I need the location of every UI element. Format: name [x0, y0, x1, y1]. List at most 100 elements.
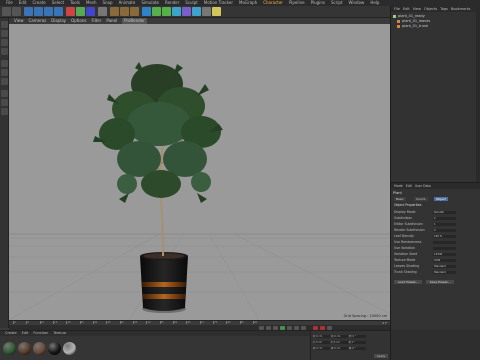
deformer-icon[interactable] — [182, 7, 191, 16]
object-row[interactable]: plant_01_trunk — [393, 24, 480, 29]
live-selection-icon[interactable] — [24, 7, 33, 16]
snap-icon[interactable] — [1, 99, 8, 106]
y-axis-icon[interactable] — [76, 7, 85, 16]
timeline[interactable]: 0 5 10 15 20 25 30 35 40 45 50 55 60 65 70 75 80 85 90 0 F — [9, 320, 390, 331]
coord-field[interactable]: 0 cm — [334, 334, 349, 338]
side-tabs[interactable] — [476, 6, 480, 182]
attribute-value-field[interactable]: 2 — [433, 229, 456, 232]
render-view-icon[interactable] — [110, 7, 119, 16]
attribute-value-field[interactable]: 2 — [433, 217, 456, 220]
move-tool-icon[interactable] — [34, 7, 43, 16]
render-settings-icon[interactable] — [130, 7, 139, 16]
layer-panel — [390, 330, 480, 360]
attribute-menu-mode[interactable]: Mode — [394, 184, 403, 188]
polygons-mode-icon[interactable] — [1, 78, 8, 85]
coord-label: P — [348, 340, 351, 344]
attribute-tab-coord[interactable]: Coord. — [414, 197, 428, 201]
undo-icon[interactable] — [2, 7, 11, 16]
coord-field[interactable]: 0 cm — [316, 346, 331, 350]
array-icon[interactable] — [162, 7, 171, 16]
material-swatch[interactable] — [48, 342, 61, 355]
rotate-tool-icon[interactable] — [54, 7, 63, 16]
coord-field[interactable]: 0 cm — [333, 340, 348, 344]
apply-button[interactable]: Apply — [374, 354, 388, 358]
object-name: plant_01_trunk — [402, 24, 429, 28]
material-menu-create[interactable]: Create — [5, 331, 17, 335]
attribute-label: Variation Seed — [394, 252, 418, 256]
attribute-value-field[interactable]: Smooth — [433, 211, 456, 214]
save-preset-button[interactable]: Save Preset... — [426, 280, 454, 284]
coordinate-row: Y0 cm Y0 cm P0 ° — [313, 340, 389, 345]
cube-icon[interactable] — [142, 7, 151, 16]
coord-label: Z — [331, 346, 334, 350]
attribute-label: Use Variation — [394, 246, 416, 250]
attribute-value-field[interactable]: UVW — [433, 259, 456, 262]
points-mode-icon[interactable] — [1, 60, 8, 67]
viewport-perspective[interactable]: View Cameras Display Options Filter Panel ProR… — [9, 18, 390, 320]
coordinate-system-icon[interactable] — [98, 7, 107, 16]
model-mode-icon[interactable] — [1, 30, 8, 37]
coordinate-row: Z0 cm Z0 cm B0 ° — [313, 346, 389, 351]
coord-field[interactable]: 0 cm — [315, 340, 330, 344]
x-axis-icon[interactable] — [66, 7, 75, 16]
render-picture-viewer-icon[interactable] — [120, 7, 129, 16]
lock-workplane-icon[interactable] — [1, 108, 8, 115]
z-axis-icon[interactable] — [86, 7, 95, 16]
object-menu-objects[interactable]: Objects — [424, 7, 437, 11]
object-menu-tags[interactable]: Tags — [440, 7, 448, 11]
coord-field[interactable]: 0 cm — [316, 334, 331, 338]
material-menu-texture[interactable]: Texture — [53, 331, 66, 335]
object-menu-bookmarks[interactable]: Bookmarks — [451, 7, 471, 11]
material-swatch[interactable] — [3, 342, 16, 355]
attribute-manager-menu: Mode Edit User Data — [391, 183, 480, 189]
material-swatch[interactable] — [63, 342, 76, 355]
load-preset-button[interactable]: Load Preset... — [394, 280, 422, 284]
attribute-label: Texture Mode — [394, 258, 416, 262]
attribute-tab-basic[interactable]: Basic — [394, 197, 406, 201]
spline-pen-icon[interactable] — [172, 7, 181, 16]
attribute-value-field[interactable]: Standard — [433, 265, 456, 268]
material-menu: Create Edit Function Texture — [0, 331, 310, 336]
object-menu-file[interactable]: File — [394, 7, 400, 11]
attribute-value-field[interactable]: Standard — [433, 271, 456, 274]
object-type-icon — [393, 14, 396, 18]
floor-icon[interactable] — [192, 7, 201, 16]
coord-field[interactable]: 0 ° — [352, 334, 367, 338]
material-menu-function[interactable]: Function — [33, 331, 48, 335]
attribute-value-field[interactable]: 100 % — [433, 235, 456, 238]
attribute-value-field[interactable] — [433, 241, 456, 244]
attribute-object-name: Plant — [393, 191, 402, 195]
attribute-menu-edit[interactable]: Edit — [406, 184, 412, 188]
attribute-value-field[interactable]: 1 — [433, 223, 456, 226]
attribute-value-field[interactable]: 12345 — [433, 253, 456, 256]
grid-spacing-readout: Grid Spacing : 10000 cm — [343, 314, 387, 318]
enable-axis-icon[interactable] — [1, 90, 8, 97]
make-editable-icon[interactable] — [1, 21, 8, 28]
edges-mode-icon[interactable] — [1, 69, 8, 76]
texture-mode-icon[interactable] — [1, 39, 8, 46]
attribute-tab-object[interactable]: Object — [434, 197, 448, 201]
coord-field[interactable]: 0 ° — [352, 346, 367, 350]
light-icon[interactable] — [212, 7, 221, 16]
attribute-label: Display Mode — [394, 210, 416, 214]
subdivision-surface-icon[interactable] — [152, 7, 161, 16]
material-swatch[interactable] — [33, 342, 46, 355]
coord-label: X — [313, 334, 316, 338]
scale-tool-icon[interactable] — [44, 7, 53, 16]
attribute-menu-user-data[interactable]: User Data — [415, 184, 431, 188]
pot-band-upper — [142, 282, 186, 287]
material-swatch[interactable] — [18, 342, 31, 355]
material-menu-edit[interactable]: Edit — [22, 331, 29, 335]
coord-field[interactable]: 0 ° — [351, 340, 366, 344]
redo-icon[interactable] — [12, 7, 21, 16]
attribute-label: Editor Subdivision — [394, 222, 423, 226]
main-toolbar — [0, 6, 390, 18]
coord-field[interactable]: 0 cm — [334, 346, 349, 350]
object-menu-edit[interactable]: Edit — [403, 7, 410, 11]
object-name: plant_01_ready — [398, 14, 425, 18]
attribute-value-field[interactable] — [433, 247, 456, 250]
object-menu-view[interactable]: View — [413, 7, 421, 11]
workplane-icon[interactable] — [1, 48, 8, 55]
camera-icon[interactable] — [202, 7, 211, 16]
object-type-icon — [397, 19, 400, 23]
